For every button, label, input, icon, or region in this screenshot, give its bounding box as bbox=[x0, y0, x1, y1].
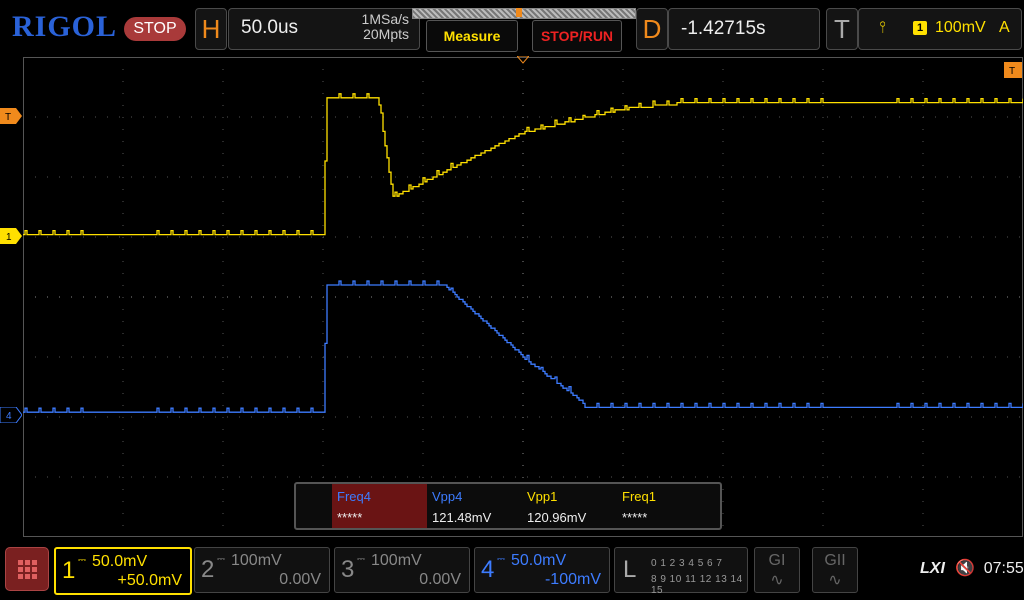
generator-1-label: GI bbox=[768, 552, 786, 569]
delay-settings[interactable]: -1.42715s bbox=[668, 8, 820, 50]
channel-1-settings[interactable]: 1 ⎓ 50.0mV +50.0mV bbox=[54, 547, 192, 595]
trigger-time-marker[interactable] bbox=[517, 56, 529, 64]
dc-coupling-icon: ⎓ bbox=[497, 554, 505, 565]
stop-run-button[interactable]: STOP/RUN bbox=[532, 20, 622, 52]
grid-menu-icon bbox=[18, 560, 37, 579]
channel-2-settings[interactable]: 2 ⎓ 100mV 0.00V bbox=[194, 547, 330, 593]
measurement-value: 121.48mV bbox=[432, 510, 492, 525]
channel-3-settings[interactable]: 3 ⎓ 100mV 0.00V bbox=[334, 547, 470, 593]
measurement-item[interactable]: Vpp4 121.48mV bbox=[427, 484, 522, 528]
horizontal-menu-label[interactable]: H bbox=[195, 8, 227, 50]
measurement-value: ***** bbox=[622, 510, 648, 525]
measurement-name: Vpp1 bbox=[527, 489, 558, 504]
ch4-marker-text: 4 bbox=[6, 411, 12, 422]
ch1-offset-marker[interactable]: 1 bbox=[0, 228, 22, 244]
channel-number: 1 bbox=[62, 557, 76, 584]
logic-label: L bbox=[623, 556, 637, 583]
top-bar: RIGOL STOP H 50.0us 1MSa/s 20Mpts Measur… bbox=[0, 0, 1024, 56]
brand-logo: RIGOL bbox=[12, 10, 118, 43]
channel-scale: 100mV bbox=[371, 552, 422, 569]
trigger-mode: A bbox=[999, 19, 1010, 36]
measurement-item[interactable]: Vpp1 120.96mV bbox=[522, 484, 617, 528]
measure-button[interactable]: Measure bbox=[426, 20, 518, 52]
channel-offset: +50.0mV bbox=[117, 572, 182, 589]
channel-4-settings[interactable]: 4 ⎓ 50.0mV -100mV bbox=[474, 547, 610, 593]
trigger-source: 1 bbox=[913, 21, 927, 35]
measurement-value: 120.96mV bbox=[527, 510, 587, 525]
main-menu-button[interactable] bbox=[5, 547, 49, 591]
waveform-display[interactable] bbox=[23, 57, 1023, 537]
graticule bbox=[23, 57, 1023, 537]
measurement-name: Freq4 bbox=[337, 489, 371, 504]
channel-scale: 50.0mV bbox=[92, 553, 148, 570]
measurement-item[interactable]: Freq4 ***** bbox=[332, 484, 427, 528]
logic-bits-low: 0 1 2 3 4 5 6 7 bbox=[651, 558, 723, 569]
generator-2-button[interactable]: GII ∿ bbox=[812, 547, 858, 593]
trigger-level-marker[interactable]: T bbox=[0, 108, 22, 124]
measurement-item[interactable]: Freq1 ***** bbox=[617, 484, 712, 528]
measurement-value: ***** bbox=[337, 510, 363, 525]
memory-position-bar[interactable] bbox=[412, 8, 636, 19]
generator-2-label: GII bbox=[824, 552, 846, 569]
delay-menu-label[interactable]: D bbox=[636, 8, 668, 50]
sine-wave-icon: ∿ bbox=[770, 572, 784, 589]
rising-edge-icon: ⫯ bbox=[879, 19, 886, 36]
dc-coupling-icon: ⎓ bbox=[217, 554, 225, 565]
trigger-position-marker[interactable]: T bbox=[1004, 62, 1022, 78]
run-state-badge[interactable]: STOP bbox=[124, 17, 186, 41]
horizontal-settings[interactable]: 50.0us 1MSa/s 20Mpts bbox=[228, 8, 420, 50]
channel-scale: 100mV bbox=[231, 552, 282, 569]
measurement-panel[interactable]: Freq4 ***** Vpp4 121.48mV Vpp1 120.96mV Freq1 *… bbox=[294, 482, 722, 530]
logic-analyzer-settings[interactable]: L 0 1 2 3 4 5 6 7 8 9 10 11 12 13 14 15 bbox=[614, 547, 748, 596]
channel-offset: 0.00V bbox=[279, 571, 321, 588]
trigger-marker-text: T bbox=[5, 112, 11, 123]
memory-depth: 20Mpts bbox=[363, 26, 409, 42]
channel-offset: -100mV bbox=[544, 571, 601, 588]
generator-1-button[interactable]: GI ∿ bbox=[754, 547, 800, 593]
logic-bits-high: 8 9 10 11 12 13 14 15 bbox=[651, 574, 743, 596]
ch4-waveform bbox=[23, 280, 1023, 413]
trigger-level: 100mV bbox=[935, 19, 986, 36]
measurement-name: Freq1 bbox=[622, 489, 656, 504]
memory-position-marker[interactable] bbox=[516, 8, 522, 17]
trigger-menu-label[interactable]: T bbox=[826, 8, 858, 50]
sine-wave-icon: ∿ bbox=[828, 572, 842, 589]
lxi-logo: LXI bbox=[920, 560, 945, 577]
ch4-offset-marker[interactable]: 4 bbox=[0, 407, 22, 423]
channel-number: 2 bbox=[201, 556, 215, 583]
ch1-marker-text: 1 bbox=[6, 232, 12, 243]
speaker-mute-icon[interactable]: 🔇 bbox=[955, 560, 975, 577]
channel-scale: 50.0mV bbox=[511, 552, 567, 569]
channel-number: 4 bbox=[481, 556, 495, 583]
trigger-settings[interactable]: ⫯ 1 100mV A bbox=[858, 8, 1022, 50]
dc-coupling-icon: ⎓ bbox=[357, 554, 365, 565]
trigger-position-text: T bbox=[1009, 66, 1015, 77]
dc-coupling-icon: ⎓ bbox=[78, 555, 86, 566]
channel-offset: 0.00V bbox=[419, 571, 461, 588]
sample-rate: 1MSa/s bbox=[361, 11, 409, 27]
delay-value: -1.42715s bbox=[681, 18, 766, 39]
channel-number: 3 bbox=[341, 556, 355, 583]
acquisition-info: 1MSa/s 20Mpts bbox=[362, 12, 409, 42]
measurement-name: Vpp4 bbox=[432, 489, 463, 504]
status-area: LXI 🔇 07:55 bbox=[920, 558, 1024, 578]
timebase-value: 50.0us bbox=[241, 17, 299, 38]
clock: 07:55 bbox=[983, 560, 1024, 577]
